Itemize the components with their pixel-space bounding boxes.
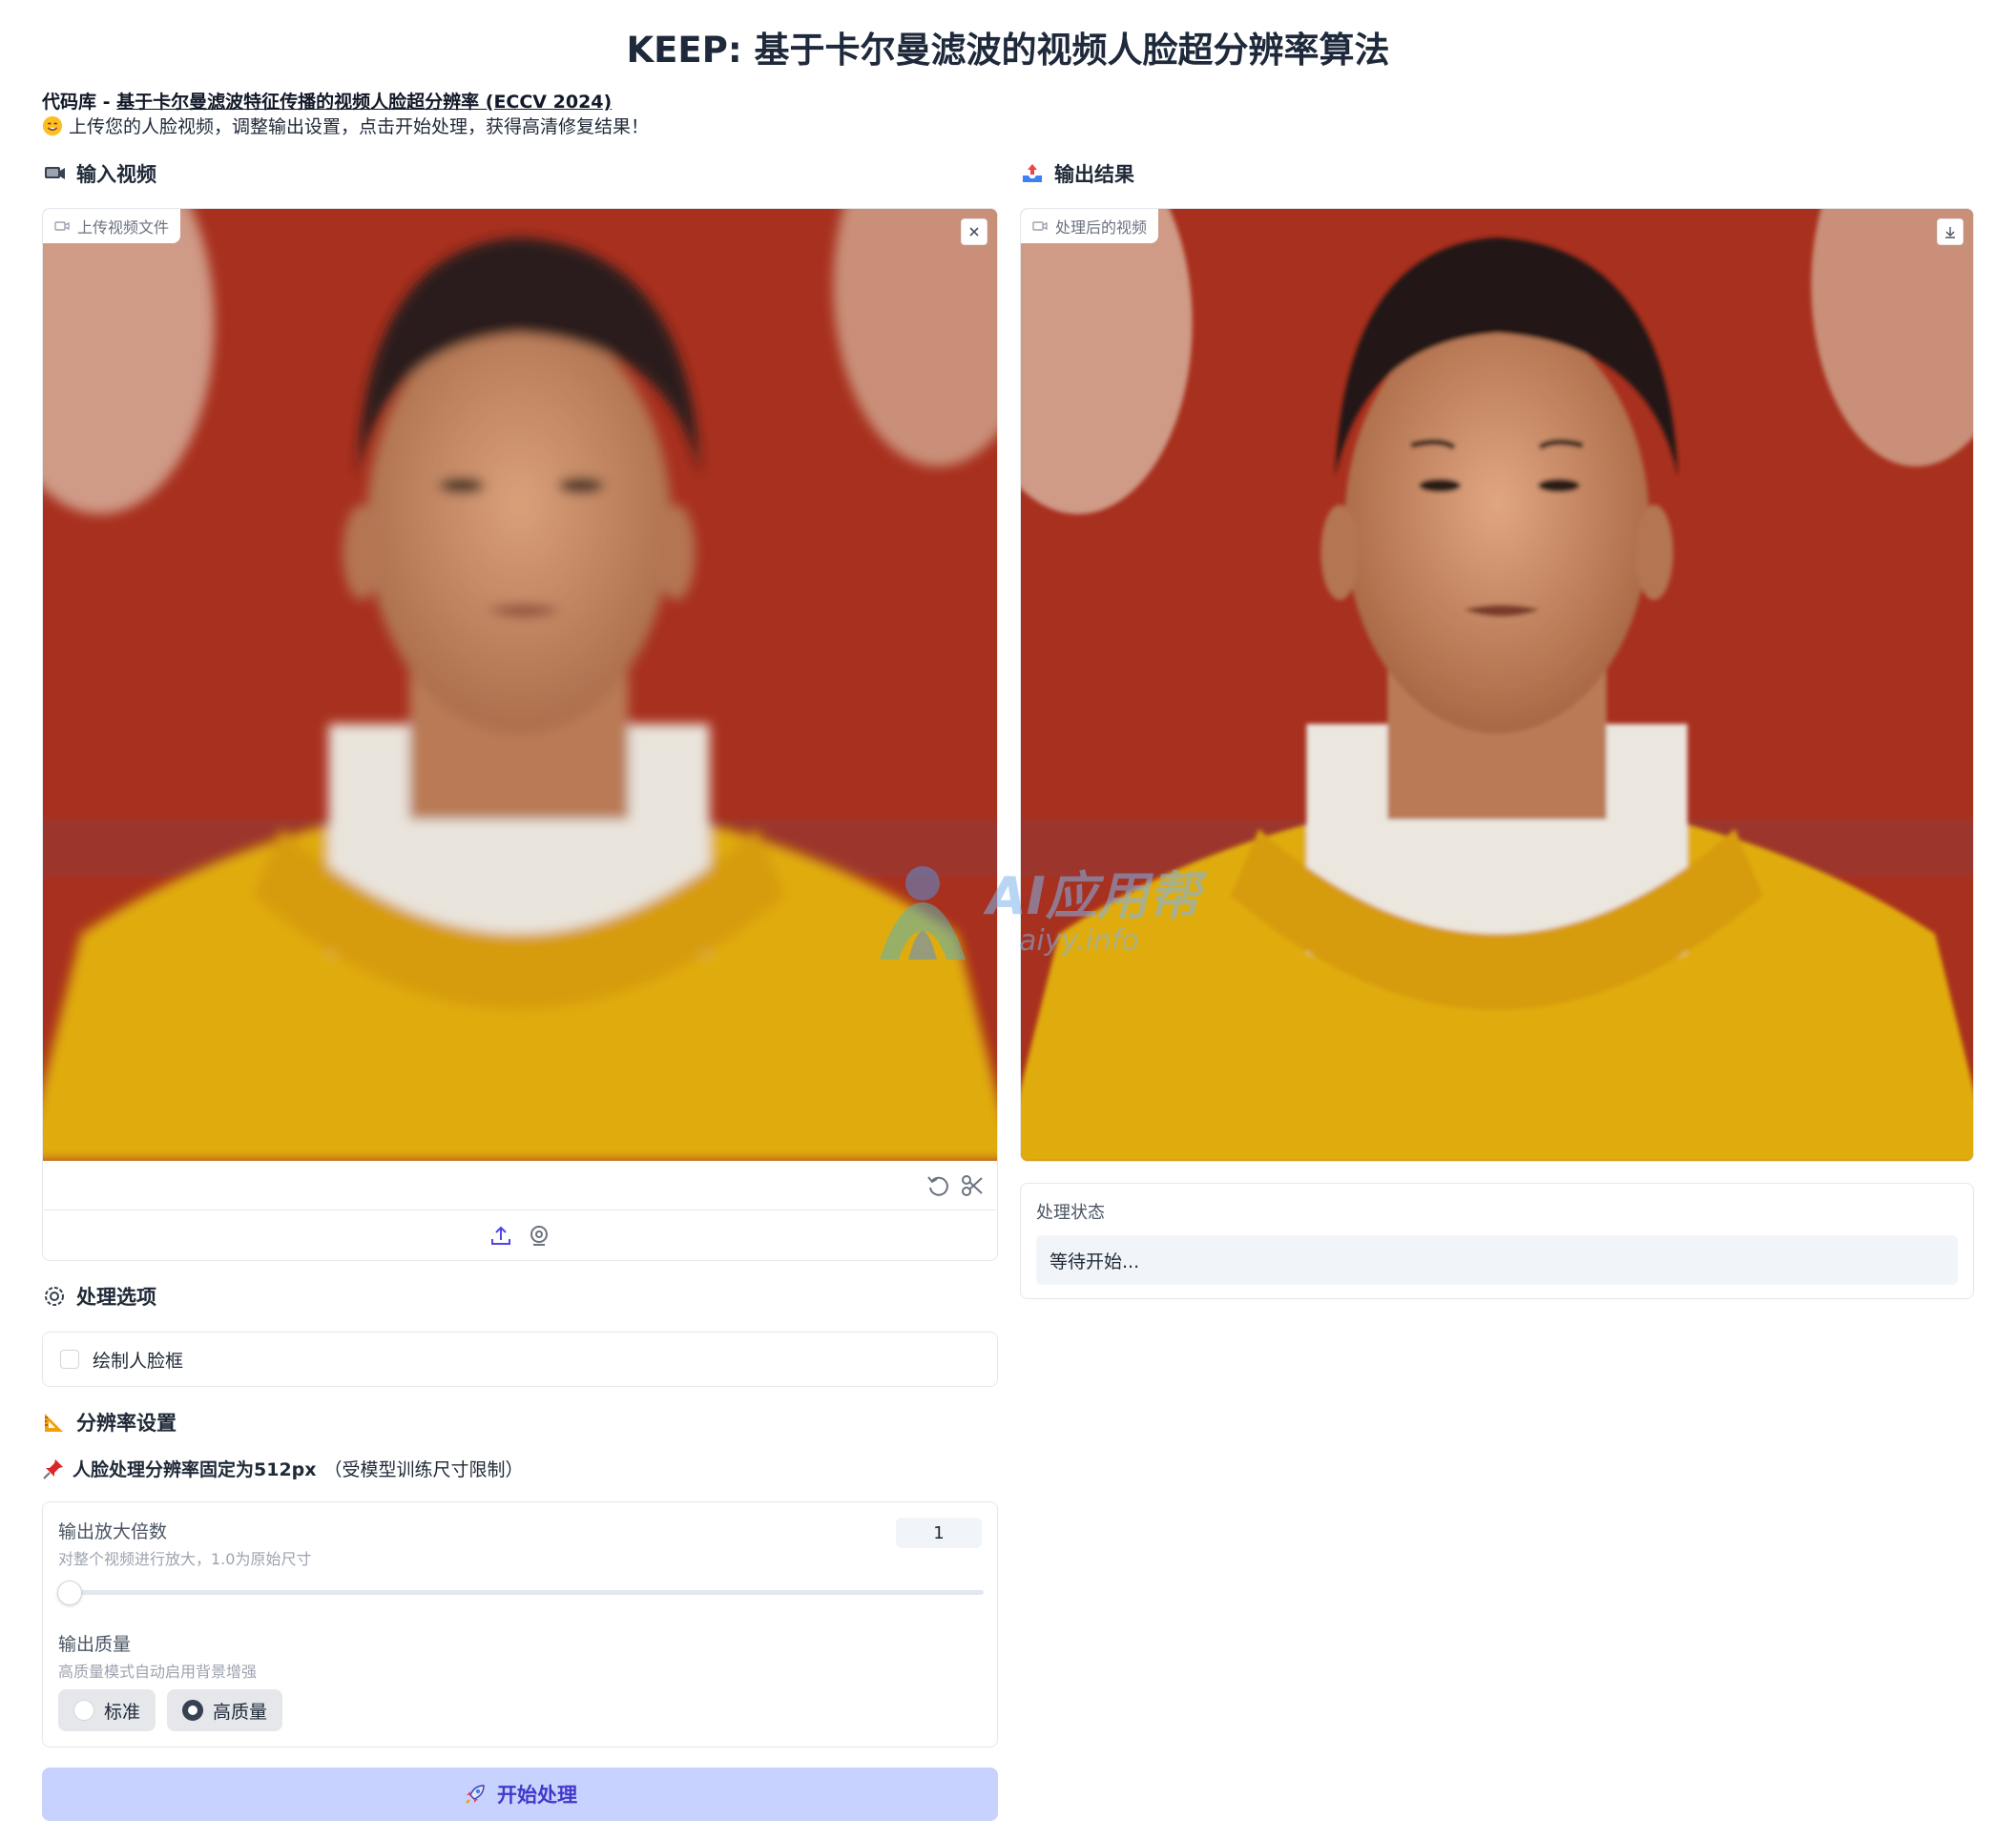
resolution-note-bold: 人脸处理分辨率固定为512px [73,1459,317,1480]
input-video-chip-label: 上传视频文件 [77,218,170,237]
quality-option-standard[interactable]: 标准 [58,1689,156,1731]
watermark-site: aiyy.info [1019,923,1139,958]
start-processing-button[interactable]: 开始处理 [42,1768,998,1821]
radio-unselected[interactable] [73,1700,94,1721]
resolution-heading-label: 分辨率设置 [76,1412,177,1435]
page-title: KEEP: 基于卡尔曼滤波的视频人脸超分辨率算法 [626,30,1390,71]
scale-slider-track[interactable] [70,1590,984,1595]
draw-face-box-checkbox[interactable] [60,1350,79,1369]
resolution-note: 人脸处理分辨率固定为512px （受模型训练尺寸限制） [42,1456,524,1481]
scale-info: 对整个视频进行放大，1.0为原始尺寸 [58,1550,312,1568]
output-heading: 输出结果 [1020,159,1134,188]
output-video-chip: 处理后的视频 [1021,209,1159,243]
scissors-icon[interactable] [959,1172,986,1199]
quality-option-high[interactable]: 高质量 [167,1689,283,1731]
gear-icon [45,1287,64,1306]
intro-text: 上传您的人脸视频，调整输出设置，点击开始处理，获得高清修复结果！ [42,113,649,138]
draw-face-box-label: 绘制人脸框 [93,1350,184,1372]
scale-number-input[interactable]: 1 [896,1518,982,1548]
repo-line: 代码库 - 基于卡尔曼滤波特征传播的视频人脸超分辨率 (ECCV 2024) [42,88,612,114]
pushpin-icon [43,1458,63,1479]
intro-description: 上传您的人脸视频，调整输出设置，点击开始处理，获得高清修复结果！ [69,116,650,137]
clear-video-button[interactable] [961,218,987,245]
outbox-tray-icon [1023,164,1042,182]
draw-face-box-option[interactable]: 绘制人脸框 [42,1332,998,1387]
quality-option-label: 高质量 [213,1701,268,1723]
brand-watermark: AI应用帮 aiyy.info [870,864,1200,963]
input-video-frame-image [43,209,997,1161]
input-heading-label: 输入视频 [76,163,156,186]
triangular-ruler-icon [45,1414,63,1432]
video-edit-controls [43,1161,997,1210]
webcam-icon[interactable] [527,1224,551,1249]
download-video-button[interactable] [1937,218,1964,245]
input-heading: 输入视频 [42,159,156,188]
output-video-player[interactable] [1021,209,1973,1161]
output-video-panel: 处理后的视频 [1020,208,1974,1162]
start-processing-label: 开始处理 [497,1784,577,1807]
options-heading: 处理选项 [42,1282,156,1311]
close-icon [969,227,979,237]
output-settings-panel: 输出放大倍数 对整个视频进行放大，1.0为原始尺寸 1 输出质量 高质量模式自动… [42,1501,998,1747]
smile-emoji-icon [42,115,63,136]
quality-option-label: 标准 [104,1701,141,1723]
output-video-frame-image [1021,209,1973,1161]
video-source-selector [43,1211,997,1260]
undo-icon[interactable] [925,1172,951,1199]
input-video-player[interactable] [43,209,997,1161]
video-camera-icon [45,167,65,179]
watermark-logo-icon [880,866,966,960]
input-video-chip: 上传视频文件 [43,209,181,243]
video-label-icon [54,221,70,231]
watermark-brand: AI应用帮 [987,866,1200,927]
input-video-panel: 上传视频文件 [42,208,998,1261]
rocket-icon [466,1785,485,1804]
options-heading-label: 处理选项 [76,1286,156,1309]
radio-selected[interactable] [182,1700,204,1721]
status-label: 处理状态 [1036,1203,1105,1223]
quality-info: 高质量模式自动启用背景增强 [58,1663,258,1681]
output-heading-label: 输出结果 [1054,163,1134,186]
upload-icon[interactable] [488,1224,513,1249]
output-video-chip-label: 处理后的视频 [1055,218,1148,237]
download-icon [1945,227,1955,238]
quality-label: 输出质量 [58,1634,132,1655]
processing-status-panel: 处理状态 等待开始... [1020,1183,1974,1299]
quality-radio-group: 标准 高质量 [58,1689,283,1731]
resolution-note-rest: （受模型训练尺寸限制） [323,1459,524,1480]
status-textbox: 等待开始... [1036,1235,1958,1285]
repo-prefix: 代码库 [42,92,97,113]
resolution-heading: 分辨率设置 [42,1408,177,1437]
app-page: KEEP: 基于卡尔曼滤波的视频人脸超分辨率算法 代码库 - 基于卡尔曼滤波特征… [0,0,2016,1840]
repo-separator: - [96,92,117,113]
scale-label: 输出放大倍数 [58,1521,168,1542]
scale-slider-thumb[interactable] [57,1581,82,1605]
repo-link[interactable]: 基于卡尔曼滤波特征传播的视频人脸超分辨率 (ECCV 2024) [116,92,612,113]
video-label-icon [1032,221,1048,231]
